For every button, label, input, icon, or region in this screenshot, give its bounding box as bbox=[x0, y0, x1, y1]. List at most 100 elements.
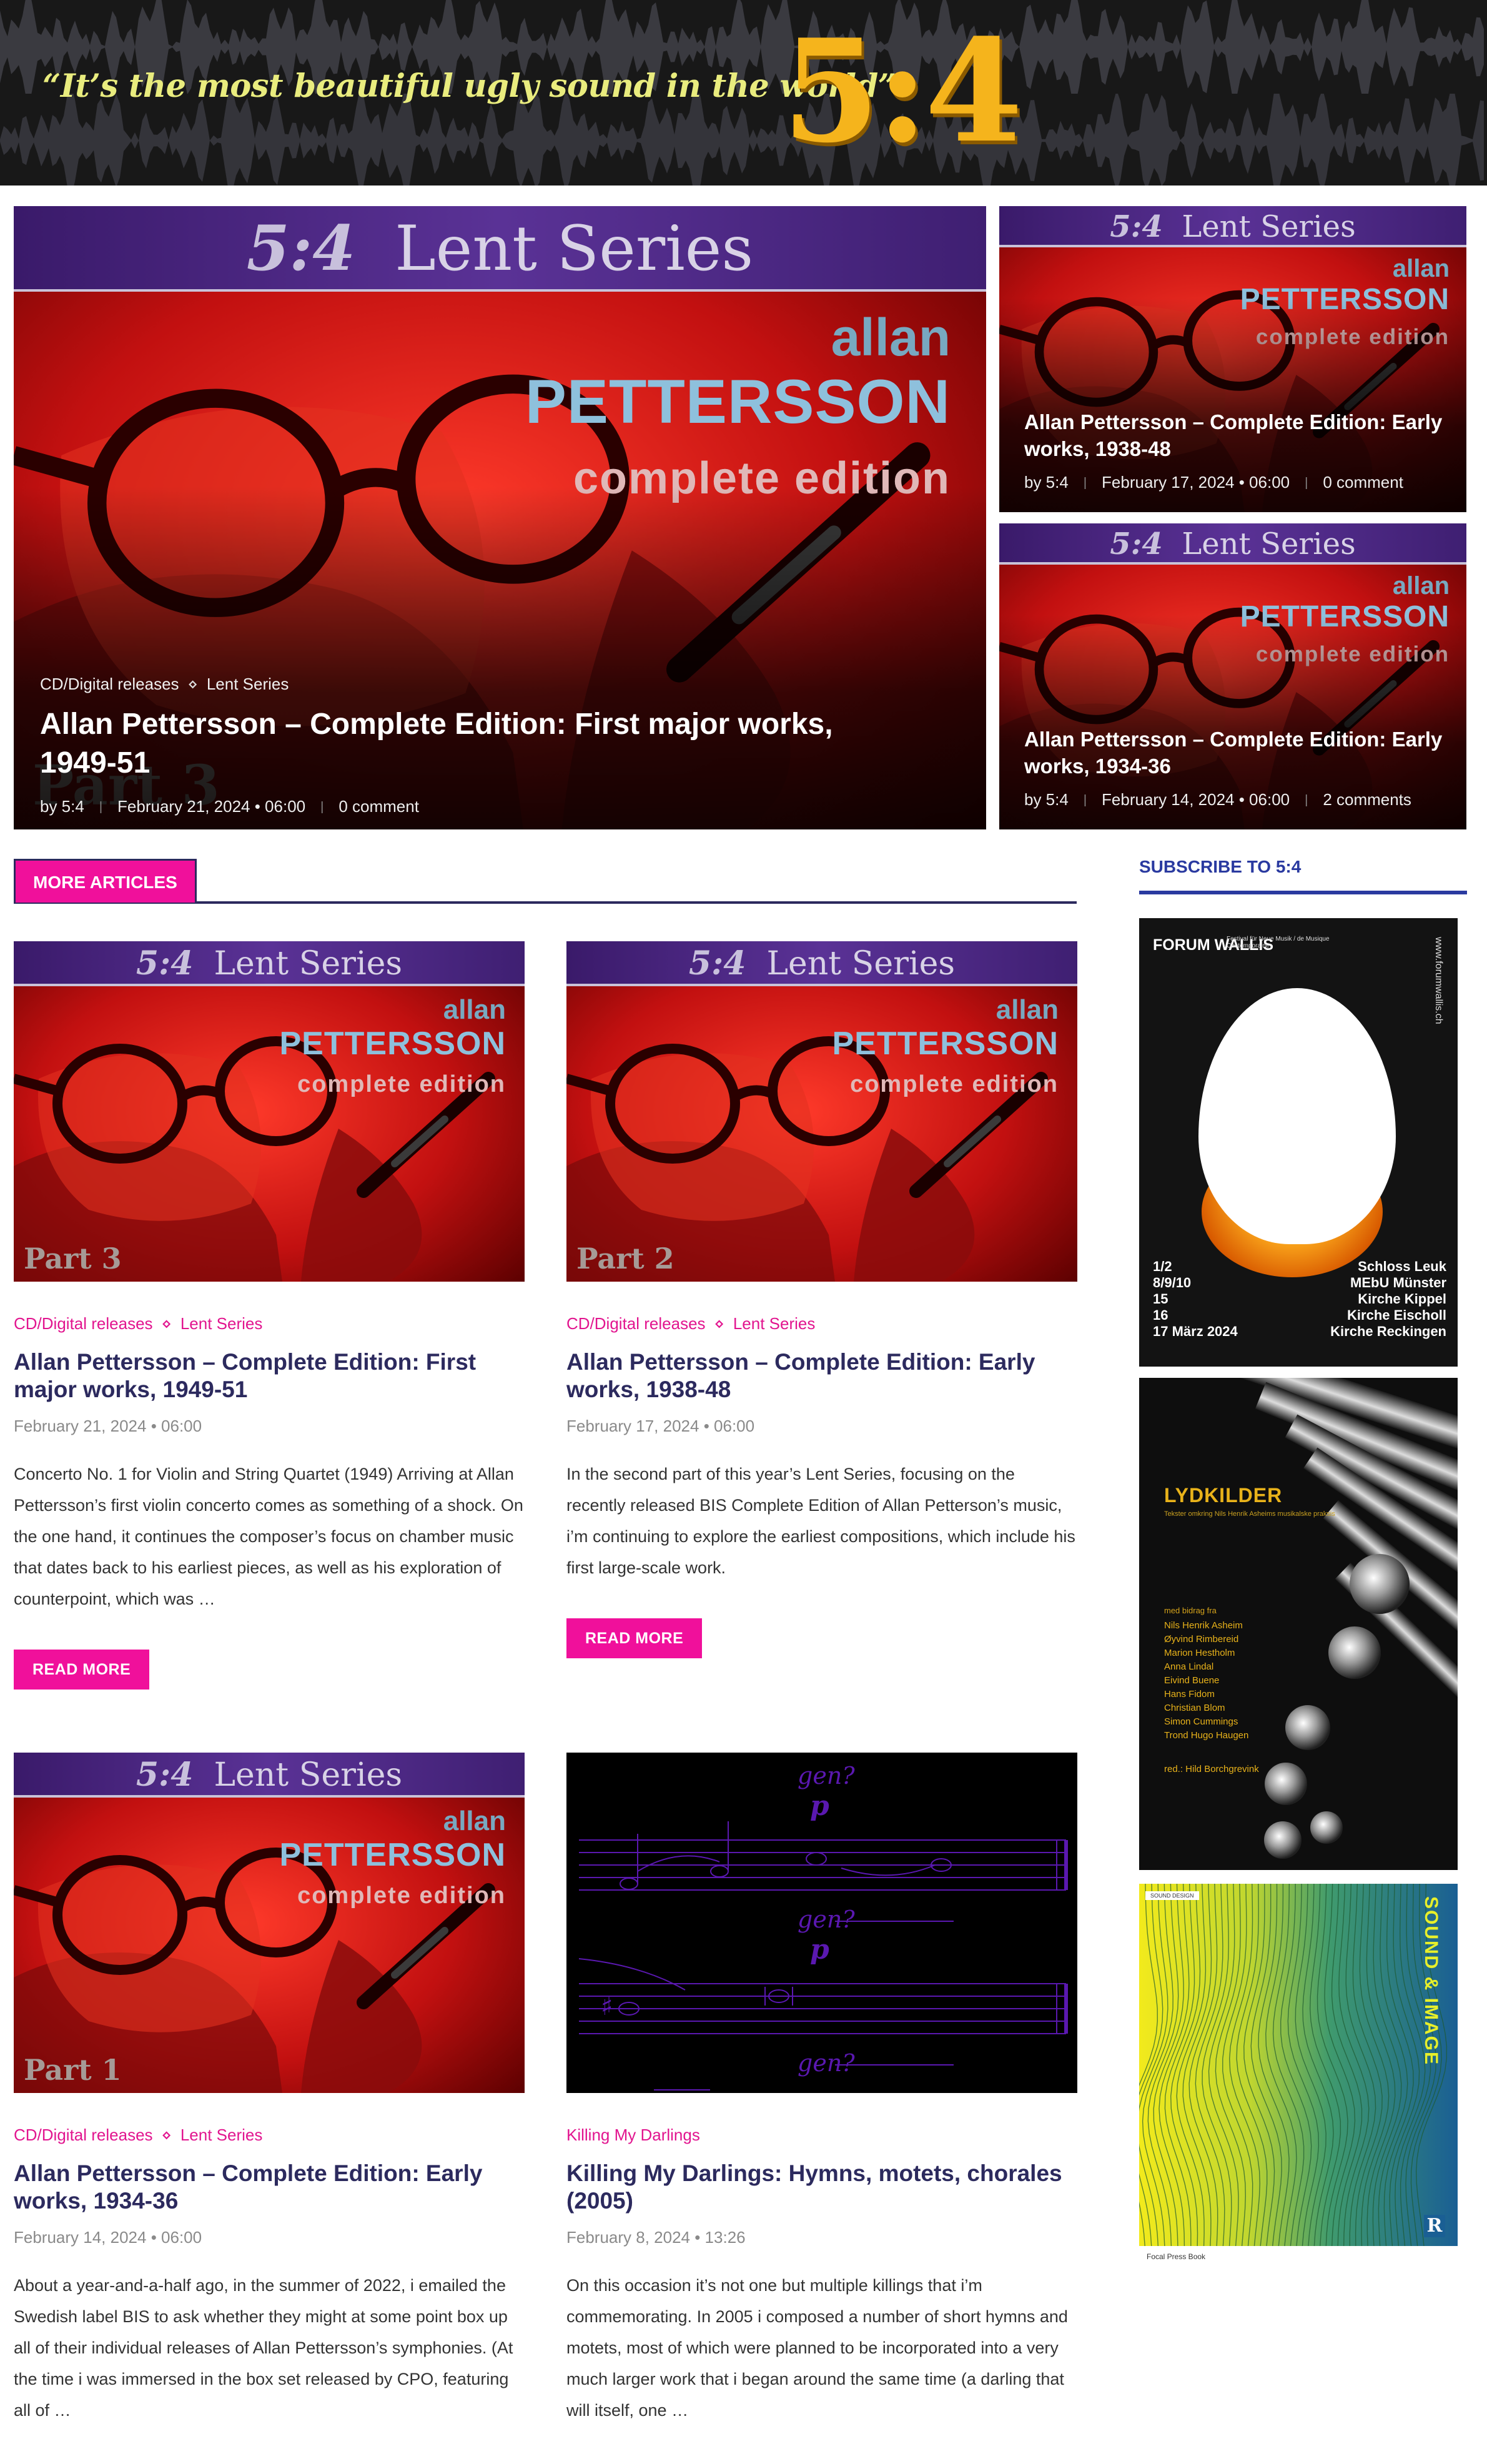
series-band: 5:4 Lent Series bbox=[14, 941, 525, 986]
series-band: 5:4 Lent Series bbox=[14, 206, 986, 292]
ad-sound-image-title: SOUND & IMAGE bbox=[1421, 1896, 1441, 2066]
art-text-allan: allan bbox=[1392, 255, 1450, 282]
series-band: 5:4 Lent Series bbox=[999, 523, 1466, 565]
more-articles-header: MORE ARTICLES bbox=[14, 859, 1077, 904]
art-text-allan: allan bbox=[1392, 572, 1450, 600]
read-more-button[interactable]: READ MORE bbox=[566, 1618, 703, 1659]
article-categories: CD/Digital releases ⋄ Lent Series bbox=[14, 2125, 525, 2145]
ad-forum-wallis-venues: Schloss Leuk MEbU Münster Kirche Kippel Kir… bbox=[1330, 1259, 1446, 1339]
staff-word: gen? bbox=[798, 2049, 855, 2077]
ad-forum-wallis-subtitle: Festival für Neue Musik / de Musique Con… bbox=[1227, 936, 1330, 949]
svg-text:♯: ♯ bbox=[601, 1992, 613, 2021]
category-link[interactable]: CD/Digital releases bbox=[14, 1314, 153, 1333]
hero-main-title[interactable]: Allan Pettersson – Complete Edition: Fir… bbox=[40, 705, 889, 783]
ad-sound-image-publisher: Focal Press Book bbox=[1147, 2252, 1206, 2261]
author[interactable]: by 5:4 bbox=[1024, 473, 1069, 492]
post-date: February 17, 2024 • 06:00 bbox=[1102, 472, 1290, 492]
ad-lydkilder[interactable]: LYDKILDER Tekster omkring Nils Henrik As… bbox=[1139, 1378, 1458, 1870]
diamond-icon: ⋄ bbox=[161, 1314, 172, 1333]
hero-side-meta: by 5:4 | February 14, 2024 • 06:00 | 2 comme… bbox=[1024, 789, 1411, 809]
art-text-pettersson: PETTERSSON bbox=[832, 1026, 1059, 1062]
hero-side-meta: by 5:4 | February 17, 2024 • 06:00 | 0 comme… bbox=[1024, 472, 1403, 492]
portrait-illustration bbox=[14, 941, 525, 1282]
category-link[interactable]: Lent Series bbox=[733, 1314, 816, 1333]
category-link[interactable]: CD/Digital releases bbox=[14, 2125, 153, 2144]
ad-lydkilder-subtitle: Tekster omkring Nils Henrik Asheims musi… bbox=[1164, 1510, 1335, 1518]
author[interactable]: by 5:4 bbox=[40, 797, 84, 816]
svg-text:p: p bbox=[810, 1790, 829, 1822]
ad-lydkilder-editor: red.: Hild Borchgrevink bbox=[1164, 1764, 1259, 1774]
article-excerpt: Concerto No. 1 for Violin and String Qua… bbox=[14, 1465, 523, 1609]
staff-word: gen? bbox=[798, 1762, 855, 1789]
diamond-icon: ⋄ bbox=[187, 675, 198, 693]
waves-cover-art bbox=[1139, 1884, 1458, 2267]
music-staff-image: ♯ gen? p gen? p gen? bbox=[578, 1762, 1068, 2090]
hero-side-article-1[interactable]: 5:4 Lent SeriesallanPETTERSSONcomplete e… bbox=[999, 206, 1466, 512]
art-part-label: Part 2 bbox=[576, 1242, 674, 1275]
article-date: February 14, 2024 • 06:00 bbox=[14, 2228, 202, 2247]
comment-count[interactable]: 0 comment bbox=[338, 797, 419, 816]
category-link[interactable]: Lent Series bbox=[207, 675, 289, 693]
category-link[interactable]: CD/Digital releases bbox=[40, 675, 179, 693]
article-date: February 21, 2024 • 06:00 bbox=[14, 1417, 202, 1436]
ad-sound-image[interactable]: SOUND DESIGN SOUND & IMAGE R Focal Press… bbox=[1139, 1884, 1458, 2267]
article-excerpt: In the second part of this year’s Lent S… bbox=[566, 1465, 1075, 1578]
series-band: 5:4 Lent Series bbox=[14, 1753, 525, 1798]
article-categories: CD/Digital releases ⋄ Lent Series bbox=[14, 1314, 525, 1333]
category-link[interactable]: Lent Series bbox=[180, 1314, 263, 1333]
article-thumbnail[interactable]: 5:4 Lent Series allan PETTERSSON complete e… bbox=[14, 1753, 525, 2093]
subscribe-heading[interactable]: SUBSCRIBE TO 5:4 bbox=[1139, 857, 1467, 894]
art-part-label: Part 3 bbox=[24, 1242, 122, 1275]
ad-forum-wallis[interactable]: FORUM WALLIS Festival für Neue Musik / d… bbox=[1139, 918, 1458, 1367]
hero-side-title[interactable]: Allan Pettersson – Complete Edition: Ear… bbox=[1024, 409, 1449, 463]
waveform-bottom-decoration bbox=[0, 94, 1484, 186]
ad-lydkilder-contrib-label: med bidrag fra bbox=[1164, 1606, 1217, 1615]
series-band: 5:4 Lent Series bbox=[999, 206, 1466, 247]
read-more-button[interactable]: READ MORE bbox=[14, 1650, 150, 1690]
article-card: 5:4 Lent Series allan PETTERSSON complete e… bbox=[14, 1753, 525, 2426]
article-thumbnail[interactable]: 5:4 Lent Series allan PETTERSSON complete e… bbox=[14, 941, 525, 1282]
site-header: “It’s the most beautiful ugly sound in t… bbox=[0, 0, 1487, 186]
series-band: 5:4 Lent Series bbox=[566, 941, 1077, 986]
article-title[interactable]: Allan Pettersson – Complete Edition: Ear… bbox=[566, 1348, 1077, 1403]
ad-forum-wallis-dates: 1/2 8/9/10 15 16 17 März 2024 bbox=[1153, 1259, 1238, 1339]
comment-count[interactable]: 0 comment bbox=[1323, 473, 1403, 492]
hero-side-caption-2: Allan Pettersson – Complete Edition: Ear… bbox=[1024, 726, 1449, 809]
category-link[interactable]: CD/Digital releases bbox=[566, 1314, 706, 1333]
article-thumbnail[interactable]: 5:4 Lent Series allan PETTERSSON complete e… bbox=[566, 941, 1077, 1282]
staff-word: gen? bbox=[798, 1906, 855, 1933]
svg-text:p: p bbox=[810, 1934, 829, 1966]
art-text-complete: complete edition bbox=[850, 1071, 1059, 1097]
category-link[interactable]: Lent Series bbox=[180, 2125, 263, 2144]
hero-main-categories: CD/Digital releases ⋄ Lent Series bbox=[40, 675, 914, 694]
article-title[interactable]: Killing My Darlings: Hymns, motets, chor… bbox=[566, 2160, 1077, 2214]
hero-main-article[interactable]: 5:4 Lent Series allan PETTERSSON complete e… bbox=[14, 206, 986, 829]
hero-side-title[interactable]: Allan Pettersson – Complete Edition: Ear… bbox=[1024, 726, 1449, 780]
category-link[interactable]: Killing My Darlings bbox=[566, 2125, 700, 2144]
site-logo[interactable]: 5:4 bbox=[782, 21, 1023, 162]
article-title[interactable]: Allan Pettersson – Complete Edition: Fir… bbox=[14, 1348, 525, 1403]
author[interactable]: by 5:4 bbox=[1024, 790, 1069, 809]
comment-count[interactable]: 2 comments bbox=[1323, 790, 1411, 809]
art-text-complete: complete edition bbox=[297, 1883, 506, 1909]
article-card: 5:4 Lent Series allan PETTERSSON complete e… bbox=[14, 941, 525, 1690]
more-articles-tab: MORE ARTICLES bbox=[14, 859, 197, 903]
article-title[interactable]: Allan Pettersson – Complete Edition: Ear… bbox=[14, 2160, 525, 2214]
post-date: February 21, 2024 • 06:00 bbox=[117, 796, 306, 816]
diamond-icon: ⋄ bbox=[714, 1314, 724, 1333]
article-categories: CD/Digital releases ⋄ Lent Series bbox=[566, 1314, 1077, 1333]
ad-sound-image-tag: SOUND DESIGN bbox=[1145, 1891, 1199, 1900]
article-thumbnail[interactable]: ♯ gen? p gen? p gen? bbox=[566, 1753, 1077, 2093]
art-text-pettersson: PETTERSSON bbox=[279, 1837, 506, 1873]
art-text-allan: allan bbox=[995, 994, 1059, 1025]
art-text-complete: complete edition bbox=[297, 1071, 506, 1097]
article-excerpt: About a year-and-a-half ago, in the summ… bbox=[14, 2276, 513, 2420]
portrait-illustration bbox=[566, 941, 1077, 1282]
hero-side-article-2[interactable]: 5:4 Lent SeriesallanPETTERSSONcomplete e… bbox=[999, 523, 1466, 829]
diamond-icon: ⋄ bbox=[161, 2125, 172, 2144]
site-tagline: “It’s the most beautiful ugly sound in t… bbox=[42, 67, 896, 105]
art-part-label: Part 1 bbox=[24, 2053, 122, 2087]
art-text-allan: allan bbox=[831, 308, 951, 367]
art-text-pettersson: PETTERSSON bbox=[525, 367, 951, 436]
egg-shape bbox=[1198, 988, 1396, 1244]
